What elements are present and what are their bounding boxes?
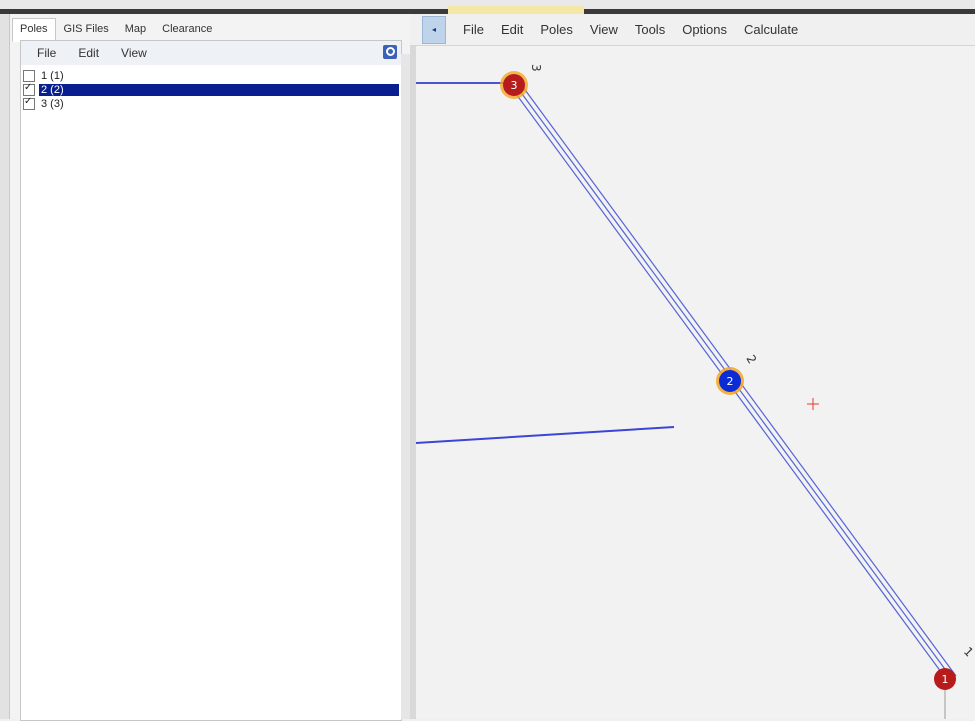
pole-row-3[interactable]: 3 (3) — [23, 96, 399, 111]
title-strip — [0, 0, 975, 14]
pole-row-1[interactable]: 1 (1) — [23, 69, 399, 83]
map-svg[interactable]: 3 3 2 2 1 1 — [416, 46, 975, 719]
menu-options[interactable]: Options — [682, 22, 727, 37]
pole-1-side-label: 1 — [961, 644, 975, 659]
pole-2-id: 2 — [727, 375, 734, 388]
tab-gis-files[interactable]: GIS Files — [56, 18, 117, 42]
left-edge-bar — [0, 14, 10, 719]
poles-panel: File Edit View 1 (1) 2 (2) 3 (3) — [20, 40, 402, 721]
panel-menu-file[interactable]: File — [37, 46, 56, 60]
panel-menu-view[interactable]: View — [121, 46, 147, 60]
pole-3-side-label: 3 — [529, 64, 543, 72]
menu-edit[interactable]: Edit — [501, 22, 523, 37]
panel-menu-edit[interactable]: Edit — [78, 46, 99, 60]
checkbox-pole-3[interactable] — [23, 96, 35, 110]
pole-label-3: 3 (3) — [41, 98, 64, 110]
cursor-crosshair — [807, 398, 819, 410]
menu-calculate[interactable]: Calculate — [744, 22, 798, 37]
pole-2-side-label: 2 — [743, 353, 759, 367]
menu-tools[interactable]: Tools — [635, 22, 665, 37]
map-canvas[interactable]: 3 3 2 2 1 1 — [410, 46, 975, 719]
collapse-panel-button[interactable]: ◂ — [422, 15, 446, 44]
pole-row-2[interactable]: 2 (2) — [23, 82, 399, 97]
left-tabs: Poles GIS Files Map Clearance — [12, 18, 220, 42]
pole-label-2: 2 (2) — [39, 84, 399, 96]
poles-list: 1 (1) 2 (2) 3 (3) — [23, 69, 399, 111]
tab-poles[interactable]: Poles — [12, 18, 56, 42]
tab-map[interactable]: Map — [117, 18, 154, 42]
title-strip-highlight — [448, 6, 584, 14]
pole-3-marker[interactable]: 3 3 — [500, 64, 543, 99]
pole-label-1: 1 (1) — [41, 70, 64, 82]
pole-3-id: 3 — [511, 79, 518, 92]
search-icon[interactable] — [383, 45, 397, 59]
menu-poles[interactable]: Poles — [540, 22, 573, 37]
poles-panel-menu: File Edit View — [21, 41, 401, 65]
span-line-lower[interactable] — [416, 426, 675, 444]
left-panel: Poles GIS Files Map Clearance File Edit … — [0, 14, 410, 721]
checkbox-pole-1[interactable] — [23, 70, 35, 82]
tab-clearance[interactable]: Clearance — [154, 18, 220, 42]
map-area: ◂ File Edit Poles View Tools Options Cal… — [410, 14, 975, 719]
panel-splitter[interactable] — [401, 54, 410, 719]
main-menubar: ◂ File Edit Poles View Tools Options Cal… — [410, 14, 975, 46]
pole-1-id: 1 — [942, 673, 949, 686]
checkbox-pole-2[interactable] — [23, 82, 35, 96]
menu-file[interactable]: File — [463, 22, 484, 37]
menu-view[interactable]: View — [590, 22, 618, 37]
